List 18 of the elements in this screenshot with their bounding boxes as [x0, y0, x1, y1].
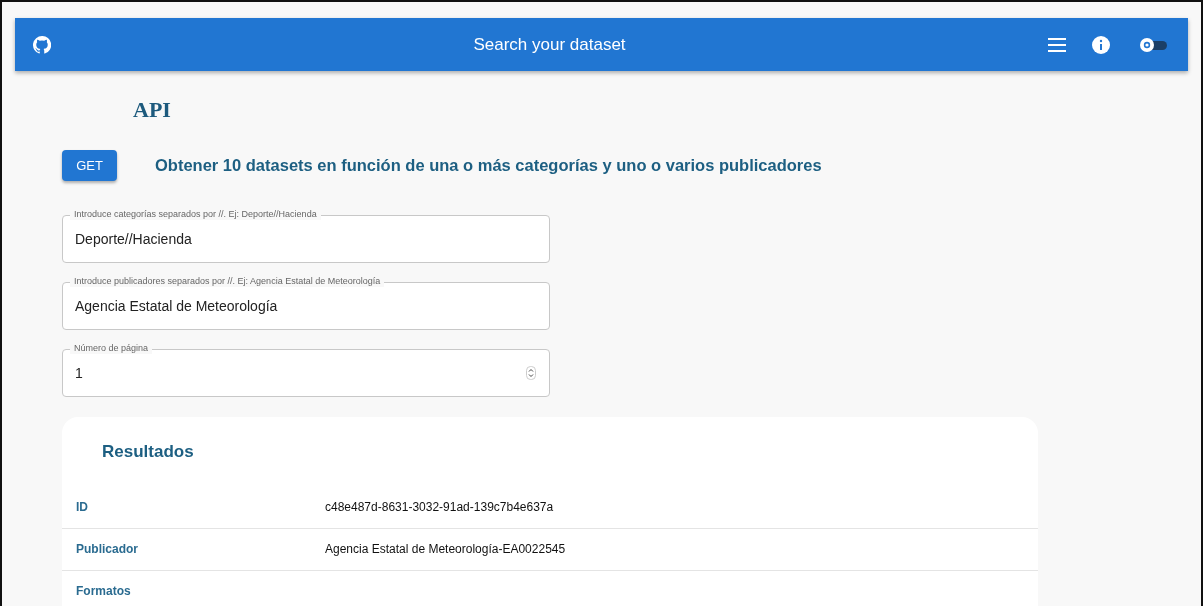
field-name: Formatos — [75, 583, 132, 600]
field-label: Introduce publicadores separados por //. Ej: Agencia Estatal de Meteorología — [70, 275, 385, 287]
field-value: c48e487d-8631-3032-91ad-139c7b4e637a — [325, 499, 554, 516]
field-name: Publicador — [75, 541, 139, 558]
menu-icon[interactable] — [1048, 37, 1066, 52]
page-title: API — [133, 96, 172, 124]
field-label: Introduce categorías separados por //. Ej: Deporte//Hacienda — [70, 208, 321, 220]
results-title: Resultados — [101, 441, 195, 463]
spinner-icon[interactable] — [526, 366, 536, 380]
endpoint-heading: Obtener 10 datasets en función de una o más categorías y uno o varios publicadores — [155, 155, 822, 177]
field-value: Agencia Estatal de Meteorología-EA0022545 — [325, 541, 566, 558]
get-button[interactable]: GET — [62, 150, 117, 181]
field-name: ID — [75, 499, 89, 516]
github-icon[interactable] — [33, 35, 51, 54]
app-title: Search your dataset — [473, 34, 626, 54]
info-icon[interactable] — [1092, 35, 1110, 54]
theme-toggle[interactable] — [1138, 35, 1168, 54]
field-label: Número de página — [70, 342, 153, 354]
